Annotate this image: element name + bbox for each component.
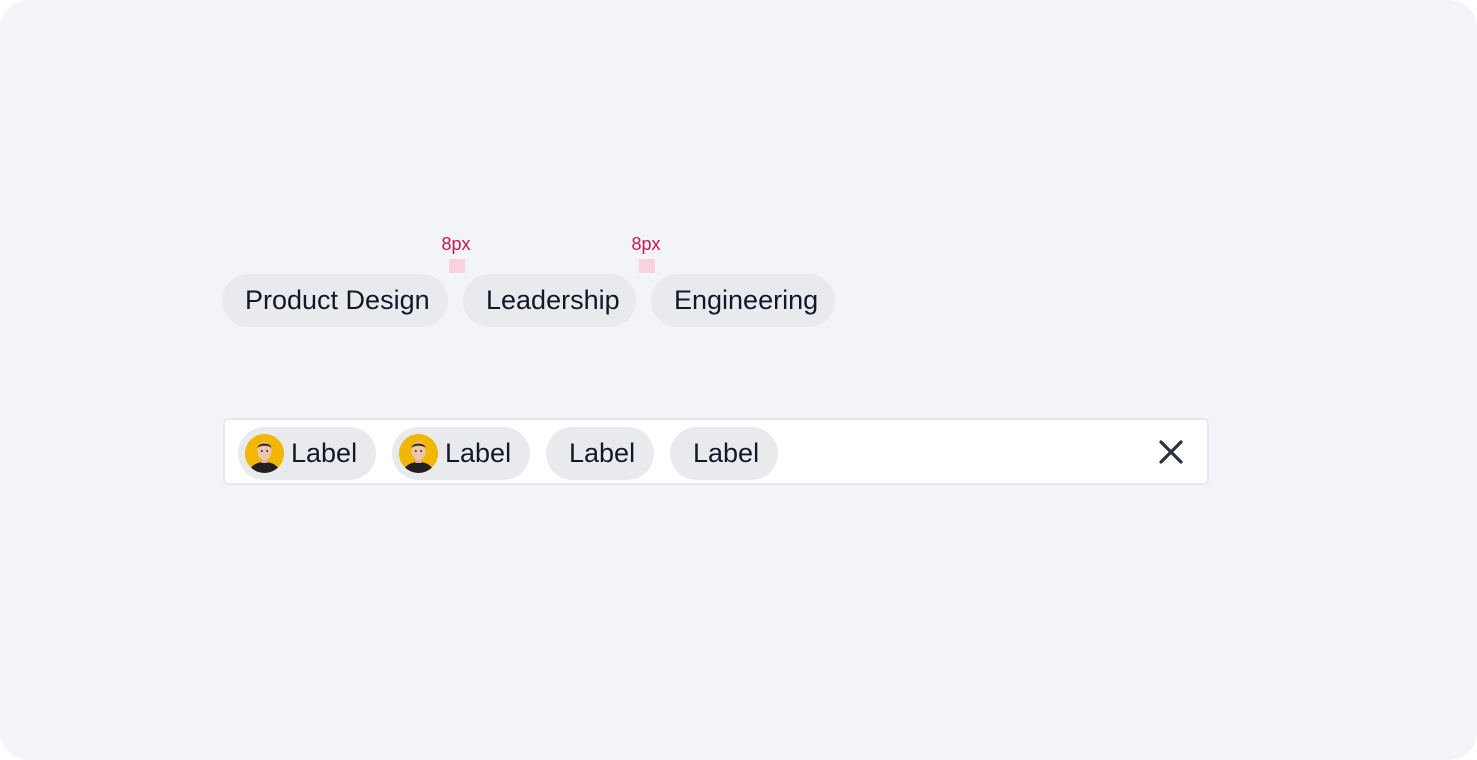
tag-chip-label: Product Design <box>245 285 430 315</box>
selected-chip-label: Label <box>291 438 358 468</box>
clear-button[interactable] <box>1155 436 1187 468</box>
person-icon <box>399 434 438 473</box>
close-icon <box>1159 440 1183 464</box>
selected-chip[interactable]: Label <box>238 427 376 480</box>
canvas: 8px 8px Product Design Leadership Engine… <box>0 0 1477 760</box>
tag-chip-leadership[interactable]: Leadership <box>463 274 636 327</box>
tag-chip-label: Leadership <box>486 285 620 315</box>
selected-chip[interactable]: Label <box>546 427 654 480</box>
avatar <box>245 434 284 473</box>
spacing-annotation-label: 8px <box>441 234 471 254</box>
selected-chip-label: Label <box>445 438 512 468</box>
multi-select-field[interactable]: Label Label Label Label <box>223 418 1209 485</box>
spacing-annotation-marker <box>639 259 655 273</box>
selected-chip-label: Label <box>693 438 760 468</box>
person-icon <box>245 434 284 473</box>
selected-chip[interactable]: Label <box>392 427 530 480</box>
spacing-annotation-marker <box>449 259 465 273</box>
tag-chip-product-design[interactable]: Product Design <box>222 274 448 327</box>
selected-chip[interactable]: Label <box>670 427 778 480</box>
spacing-annotation-label: 8px <box>631 234 661 254</box>
tag-chip-engineering[interactable]: Engineering <box>651 274 835 327</box>
selected-chip-label: Label <box>569 438 636 468</box>
tag-chip-label: Engineering <box>674 285 819 315</box>
avatar <box>399 434 438 473</box>
